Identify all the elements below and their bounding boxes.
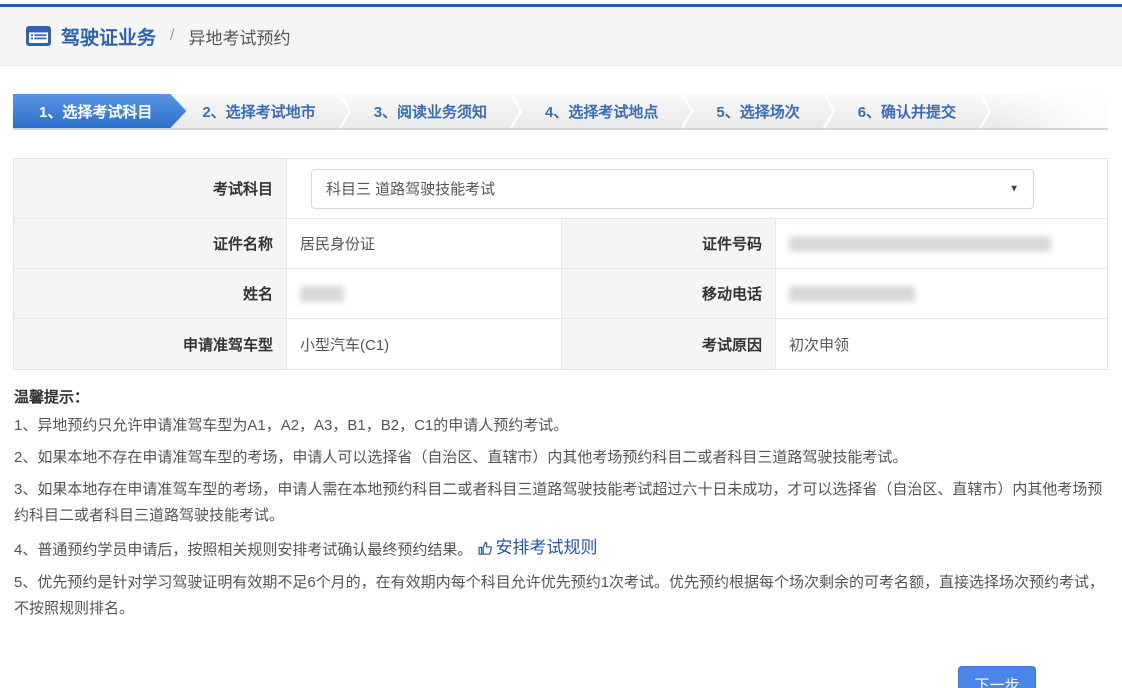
exam-subject-cell: 科目三 道路驾驶技能考试 ▼ xyxy=(287,159,1107,218)
breadcrumb-separator: / xyxy=(170,27,174,45)
exam-subject-label: 考试科目 xyxy=(14,159,287,218)
id-type-label: 证件名称 xyxy=(14,219,287,268)
wizard-step-2[interactable]: 2、选择考试地市 xyxy=(180,94,337,128)
wizard-step-3[interactable]: 3、阅读业务须知 xyxy=(352,94,509,128)
table-row: 考试科目 科目三 道路驾驶技能考试 ▼ xyxy=(14,159,1107,219)
step-separator-chevron xyxy=(509,94,523,128)
tip-item-2: 2、如果本地不存在申请准驾车型的考场，申请人可以选择省（自治区、直辖市）内其他考… xyxy=(14,445,1106,471)
exam-reason-value: 初次申领 xyxy=(776,319,1107,369)
id-number-value xyxy=(776,219,1107,268)
redacted-id-number xyxy=(789,236,1051,252)
footer-actions: 下一步 xyxy=(0,666,1122,688)
mobile-label: 移动电话 xyxy=(561,269,776,318)
applicant-form-table: 考试科目 科目三 道路驾驶技能考试 ▼ 证件名称 居民身份证 证件号码 姓名 移… xyxy=(13,158,1108,370)
redacted-name xyxy=(300,286,344,302)
table-row: 申请准驾车型 小型汽车(C1) 考试原因 初次申领 xyxy=(14,319,1107,369)
table-row: 证件名称 居民身份证 证件号码 xyxy=(14,219,1107,269)
breadcrumb: 驾驶证业务 / 异地考试预约 xyxy=(0,7,1122,66)
vehicle-type-value: 小型汽车(C1) xyxy=(287,319,561,369)
wizard-step-5[interactable]: 5、选择场次 xyxy=(694,94,821,128)
exam-rules-link[interactable]: 安排考试规则 xyxy=(477,535,598,561)
wizard-step-6[interactable]: 6、确认并提交 xyxy=(836,94,978,128)
redacted-mobile xyxy=(789,286,915,302)
name-value xyxy=(287,269,561,318)
exam-subject-select[interactable]: 科目三 道路驾驶技能考试 ▼ xyxy=(311,169,1034,209)
next-step-button[interactable]: 下一步 xyxy=(958,666,1036,688)
step-separator-chevron xyxy=(822,94,836,128)
exam-rules-link-label: 安排考试规则 xyxy=(496,535,598,561)
table-row: 姓名 移动电话 xyxy=(14,269,1107,319)
list-card-icon xyxy=(26,26,51,46)
breadcrumb-root-link[interactable]: 驾驶证业务 xyxy=(61,23,156,50)
name-label: 姓名 xyxy=(14,269,287,318)
wizard-step-4[interactable]: 4、选择考试地点 xyxy=(523,94,680,128)
tip-item-4: 4、普通预约学员申请后，按照相关规则安排考试确认最终预约结果。 安排考试规则 xyxy=(14,535,1106,564)
wizard-step-1[interactable]: 1、选择考试科目 xyxy=(13,94,186,128)
exam-subject-selected-value: 科目三 道路驾驶技能考试 xyxy=(326,178,495,199)
tips-title: 温馨提示： xyxy=(14,386,1106,407)
step-separator-chevron xyxy=(978,94,992,128)
tip-item-3: 3、如果本地存在申请准驾车型的考场，申请人需在本地预约科目二或者科目三道路驾驶技… xyxy=(14,477,1106,529)
step-separator-chevron xyxy=(680,94,694,128)
vehicle-type-label: 申请准驾车型 xyxy=(14,319,287,369)
id-type-value: 居民身份证 xyxy=(287,219,561,268)
breadcrumb-current: 异地考试预约 xyxy=(188,24,290,49)
id-number-label: 证件号码 xyxy=(561,219,776,268)
tips-section: 温馨提示： 1、异地预约只允许申请准驾车型为A1，A2，A3，B1，B2，C1的… xyxy=(14,386,1106,622)
dropdown-caret-icon: ▼ xyxy=(1009,183,1019,194)
wizard-filler xyxy=(992,94,1108,128)
step-separator-chevron xyxy=(338,94,352,128)
exam-reason-label: 考试原因 xyxy=(561,319,776,369)
thumbs-up-icon xyxy=(477,540,494,557)
step-wizard: 1、选择考试科目 2、选择考试地市 3、阅读业务须知 4、选择考试地点 5、选择… xyxy=(13,94,1108,130)
tip-item-4-text: 4、普通预约学员申请后，按照相关规则安排考试确认最终预约结果。 xyxy=(14,542,472,559)
mobile-value xyxy=(776,269,1107,318)
tip-item-1: 1、异地预约只允许申请准驾车型为A1，A2，A3，B1，B2，C1的申请人预约考… xyxy=(14,413,1106,439)
tip-item-5: 5、优先预约是针对学习驾驶证明有效期不足6个月的，在有效期内每个科目允许优先预约… xyxy=(14,570,1106,622)
